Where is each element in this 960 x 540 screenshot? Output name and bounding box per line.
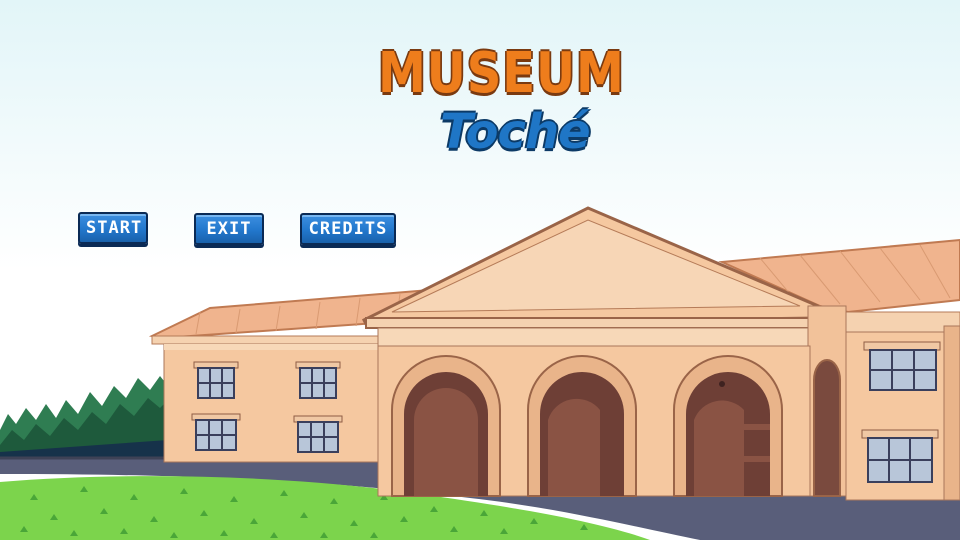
entablature (365, 317, 813, 329)
left-wing-cornice (151, 335, 381, 345)
game-title-museum: MUSEUM (378, 41, 625, 106)
game-title-toche: Toché (440, 104, 591, 160)
right-wing-cornice (841, 311, 960, 333)
exit-button[interactable]: EXIT (194, 213, 264, 245)
arches (391, 355, 783, 497)
credits-button[interactable]: CREDITS (300, 213, 396, 245)
start-button[interactable]: START (78, 212, 148, 244)
